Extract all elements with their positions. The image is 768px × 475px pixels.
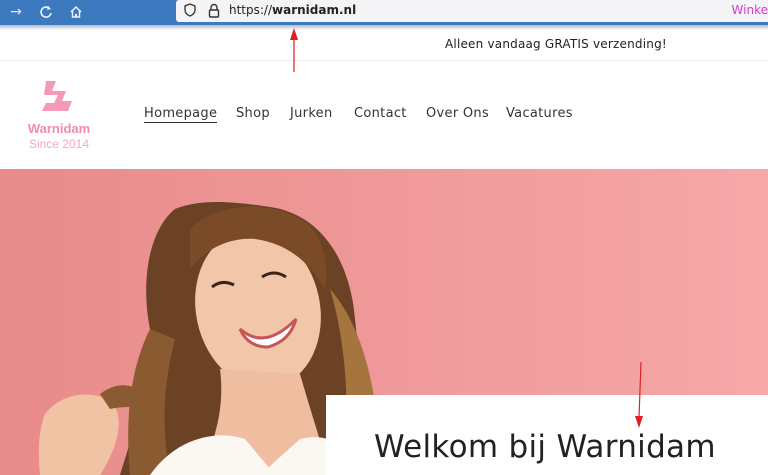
toolbar-link[interactable]: Winke (732, 3, 768, 17)
url-text[interactable]: https://warnidam.nl (229, 3, 356, 17)
logo-since: Since 2014 (28, 137, 90, 151)
browser-toolbar: → https://warnidam.nl Winke (0, 0, 768, 25)
announcement-bar: Alleen vandaag GRATIS verzending! (0, 30, 768, 61)
address-bar[interactable]: https://warnidam.nl Winke (176, 0, 768, 22)
reload-icon[interactable] (36, 3, 56, 21)
nav-over-ons[interactable]: Over Ons (426, 106, 489, 121)
hero-heading: Welkom bij Warnidam (374, 429, 716, 465)
nav-vacatures[interactable]: Vacatures (506, 106, 573, 121)
site-header: Warnidam Since 2014 Homepage Shop Jurken… (0, 61, 768, 169)
hero-banner: Welkom bij Warnidam (0, 169, 768, 475)
logo-zigzag-icon (42, 81, 72, 111)
logo-brand: Warnidam (27, 121, 91, 136)
home-icon[interactable] (66, 3, 86, 21)
nav-shop[interactable]: Shop (236, 106, 270, 121)
forward-arrow-icon[interactable]: → (6, 3, 26, 21)
nav-jurken[interactable]: Jurken (290, 106, 333, 121)
nav-contact[interactable]: Contact (354, 106, 407, 121)
nav-homepage[interactable]: Homepage (144, 106, 218, 123)
welcome-card: Welkom bij Warnidam (326, 395, 768, 475)
announcement-text: Alleen vandaag GRATIS verzending! (445, 37, 667, 51)
lock-icon[interactable] (208, 3, 220, 18)
shield-icon[interactable] (183, 3, 197, 17)
logo[interactable]: Warnidam Since 2014 (14, 77, 106, 157)
